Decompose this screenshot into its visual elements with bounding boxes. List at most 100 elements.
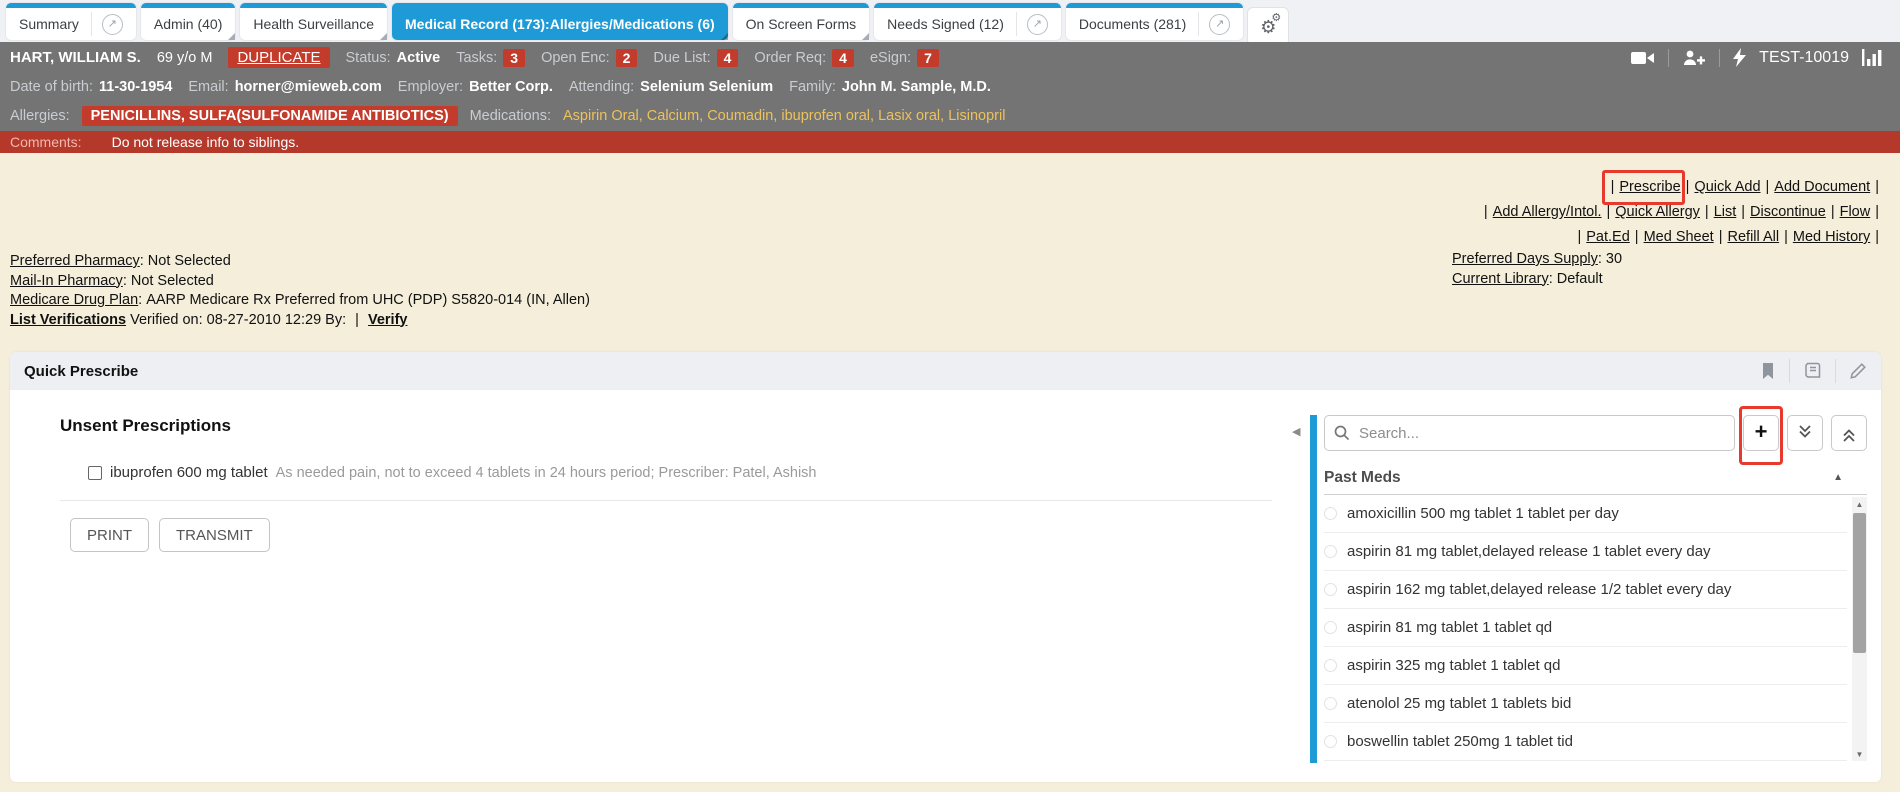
separator bbox=[1635, 229, 1639, 245]
quick-add-link[interactable]: Quick Add bbox=[1694, 179, 1760, 195]
list-item[interactable]: aspirin 81 mg tablet,delayed release 1 t… bbox=[1324, 533, 1847, 571]
tab-needs-signed[interactable]: Needs Signed (12) ↗ bbox=[874, 3, 1061, 40]
list-item[interactable]: atenolol 25 mg tablet 1 tablets bid bbox=[1324, 685, 1847, 723]
tab-health-surveillance[interactable]: Health Surveillance bbox=[240, 3, 387, 40]
separator bbox=[1766, 179, 1770, 195]
mail-in-pharmacy-link[interactable]: Mail-In Pharmacy bbox=[10, 273, 123, 289]
verify-link[interactable]: Verify bbox=[368, 312, 408, 328]
prescription-name: ibuprofen 600 mg tablet bbox=[110, 464, 268, 481]
radio-icon[interactable] bbox=[1324, 507, 1337, 520]
panel-header-tools bbox=[1760, 359, 1867, 383]
current-library-link[interactable]: Current Library bbox=[1452, 271, 1549, 287]
list-verifications-link[interactable]: List Verifications bbox=[10, 312, 126, 328]
medications-list[interactable]: Aspirin Oral, Calcium, Coumadin, ibuprof… bbox=[563, 108, 1005, 124]
bookmark-icon[interactable] bbox=[1760, 362, 1776, 380]
bar-chart-icon[interactable] bbox=[1862, 49, 1884, 66]
list-item[interactable]: amoxicillin 500 mg tablet 1 tablet per d… bbox=[1324, 495, 1847, 533]
verified-on-text: Verified on: 08-27-2010 12:29 By: bbox=[130, 312, 346, 328]
add-person-icon[interactable] bbox=[1682, 49, 1706, 67]
allergies-badge[interactable]: PENICILLINS, SULFA(SULFONAMIDE ANTIBIOTI… bbox=[82, 106, 458, 126]
settings-button[interactable]: ⚙ ⚙ bbox=[1248, 8, 1288, 45]
pencil-icon[interactable] bbox=[1849, 362, 1867, 380]
med-sheet-link[interactable]: Med Sheet bbox=[1644, 229, 1714, 245]
list-link[interactable]: List bbox=[1714, 204, 1737, 220]
discontinue-link[interactable]: Discontinue bbox=[1750, 204, 1826, 220]
list-item[interactable]: aspirin 81 mg tablet 1 tablet qd bbox=[1324, 609, 1847, 647]
rx-preferences: Preferred Days Supply30 Current LibraryD… bbox=[1452, 250, 1622, 289]
popout-button[interactable]: ↗ bbox=[1209, 14, 1230, 35]
medicare-plan-link[interactable]: Medicare Drug Plan bbox=[10, 292, 138, 308]
prescription-checkbox[interactable] bbox=[88, 466, 102, 480]
popout-button[interactable]: ↗ bbox=[102, 14, 123, 35]
add-allergy-link[interactable]: Add Allergy/Intol. bbox=[1493, 204, 1602, 220]
list-item[interactable]: aspirin 325 mg tablet 1 tablet qd bbox=[1324, 647, 1847, 685]
scroll-up-icon[interactable]: ▲ bbox=[1852, 497, 1867, 511]
tasks-badge[interactable]: 3 bbox=[503, 49, 525, 67]
past-meds-header[interactable]: Past Meds ▲ bbox=[1324, 461, 1867, 495]
action-links: Prescribe Quick Add Add Document Add Aller… bbox=[1479, 175, 1884, 250]
radio-icon[interactable] bbox=[1324, 735, 1337, 748]
order-req-badge[interactable]: 4 bbox=[832, 49, 854, 67]
days-supply-link[interactable]: Preferred Days Supply bbox=[1452, 251, 1598, 267]
collapse-all-button[interactable] bbox=[1831, 415, 1867, 451]
book-icon[interactable] bbox=[1803, 362, 1822, 380]
med-text: amoxicillin 500 mg tablet 1 tablet per d… bbox=[1347, 505, 1619, 522]
lightning-icon[interactable] bbox=[1733, 48, 1746, 67]
search-field bbox=[1324, 415, 1735, 451]
flow-link[interactable]: Flow bbox=[1840, 204, 1871, 220]
scrollbar[interactable]: ▲ ▼ bbox=[1852, 497, 1867, 761]
action-row-2: Add Allergy/Intol. Quick Allergy List Disco… bbox=[1479, 200, 1884, 225]
med-text: aspirin 162 mg tablet,delayed release 1/… bbox=[1347, 581, 1731, 598]
email-value: horner@mieweb.com bbox=[235, 79, 382, 95]
family-pair: Family: John M. Sample, M.D. bbox=[789, 79, 991, 95]
list-item[interactable]: aspirin 162 mg tablet,delayed release 1/… bbox=[1324, 571, 1847, 609]
transmit-button[interactable]: TRANSMIT bbox=[159, 518, 270, 552]
quick-allergy-link[interactable]: Quick Allergy bbox=[1615, 204, 1700, 220]
expand-all-button[interactable] bbox=[1787, 415, 1823, 451]
preferred-pharmacy-link[interactable]: Preferred Pharmacy bbox=[10, 253, 140, 269]
tab-medical-record[interactable]: Medical Record (173):Allergies/Medicatio… bbox=[392, 3, 728, 40]
family-label: Family: bbox=[789, 79, 836, 95]
unsent-prescriptions-title: Unsent Prescriptions bbox=[60, 416, 231, 436]
tab-on-screen-forms[interactable]: On Screen Forms bbox=[733, 3, 869, 40]
add-med-annotation-box: + bbox=[1743, 415, 1779, 451]
attending-label: Attending: bbox=[569, 79, 634, 95]
collapse-section-icon[interactable]: ▲ bbox=[1833, 472, 1843, 483]
tab-documents[interactable]: Documents (281) ↗ bbox=[1066, 3, 1243, 40]
popout-arrow-icon: ↗ bbox=[1215, 19, 1224, 30]
patient-summary-row: HART, WILLIAM S. 69 y/o M DUPLICATE Stat… bbox=[0, 42, 1900, 73]
med-history-link[interactable]: Med History bbox=[1793, 229, 1870, 245]
pat-ed-link[interactable]: Pat.Ed bbox=[1586, 229, 1630, 245]
add-med-button[interactable]: + bbox=[1743, 415, 1779, 451]
radio-icon[interactable] bbox=[1324, 697, 1337, 710]
search-input[interactable] bbox=[1324, 415, 1735, 451]
prescribe-link[interactable]: Prescribe bbox=[1619, 179, 1680, 195]
separator bbox=[1741, 204, 1745, 220]
list-item[interactable]: boswellin tablet 250mg 1 tablet tid bbox=[1324, 723, 1847, 761]
panel-header: Quick Prescribe bbox=[10, 352, 1881, 390]
radio-icon[interactable] bbox=[1324, 659, 1337, 672]
tab-label: Admin (40) bbox=[154, 16, 222, 32]
radio-icon[interactable] bbox=[1324, 545, 1337, 558]
refill-all-link[interactable]: Refill All bbox=[1728, 229, 1780, 245]
tab-summary[interactable]: Summary ↗ bbox=[6, 3, 136, 40]
med-text: aspirin 81 mg tablet,delayed release 1 t… bbox=[1347, 543, 1711, 560]
print-button[interactable]: PRINT bbox=[70, 518, 149, 552]
esign-badge[interactable]: 7 bbox=[917, 49, 939, 67]
collapse-left-icon[interactable]: ◀ bbox=[1292, 425, 1300, 438]
radio-icon[interactable] bbox=[1324, 621, 1337, 634]
scroll-down-icon[interactable]: ▼ bbox=[1852, 747, 1867, 761]
due-list-badge[interactable]: 4 bbox=[717, 49, 739, 67]
video-camera-icon[interactable] bbox=[1631, 50, 1655, 66]
radio-icon[interactable] bbox=[1324, 583, 1337, 596]
divider bbox=[1789, 359, 1790, 383]
popout-button[interactable]: ↗ bbox=[1027, 14, 1048, 35]
tab-admin[interactable]: Admin (40) bbox=[141, 3, 235, 40]
add-document-link[interactable]: Add Document bbox=[1774, 179, 1870, 195]
open-enc-badge[interactable]: 2 bbox=[616, 49, 638, 67]
scrollbar-thumb[interactable] bbox=[1853, 513, 1866, 653]
medications-module: Prescribe Quick Add Add Document Add Aller… bbox=[0, 153, 1900, 792]
colon bbox=[140, 253, 148, 269]
duplicate-badge[interactable]: DUPLICATE bbox=[228, 47, 329, 68]
med-text: atenolol 25 mg tablet 1 tablets bid bbox=[1347, 695, 1571, 712]
